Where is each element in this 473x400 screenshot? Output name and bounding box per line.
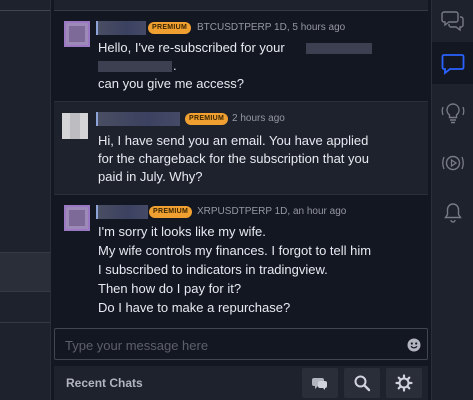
chat-message: PREMIUM XRPUSDTPERP 1D, an hour ago I'm …	[54, 193, 428, 323]
chats-button[interactable]	[432, 0, 473, 42]
chats-icon	[441, 11, 464, 32]
ideas-button[interactable]	[432, 92, 473, 134]
message-text-line: can you give me access?	[98, 76, 244, 91]
emoji-icon[interactable]	[407, 338, 421, 352]
search-button[interactable]	[344, 368, 380, 398]
chat-active-icon	[441, 54, 465, 75]
chat-button-active[interactable]	[432, 42, 473, 84]
message-text-line: for the chargeback for the subscription …	[98, 151, 369, 166]
chat-bottom-bar: Recent Chats	[54, 366, 428, 400]
avatar[interactable]	[62, 113, 88, 139]
settings-button[interactable]	[386, 368, 422, 398]
message-text-line: .	[173, 58, 177, 73]
redacted-text	[306, 43, 372, 54]
chat-panel: PREMIUM BTCUSDTPERP 1D, 5 hours ago Hell…	[51, 0, 431, 400]
message-text-line: I subscribed to indicators in tradingvie…	[98, 262, 328, 277]
avatar[interactable]	[64, 205, 90, 231]
previous-message-edge	[54, 0, 428, 11]
play-icon	[442, 155, 464, 171]
left-panel-divider	[0, 322, 50, 323]
message-meta: BTCUSDTPERP 1D, 5 hours ago	[197, 22, 346, 33]
chat-message: PREMIUM 2 hours ago Hi, I have send you …	[54, 101, 428, 195]
chat-message: PREMIUM BTCUSDTPERP 1D, 5 hours ago Hell…	[54, 11, 428, 101]
lightbulb-icon	[441, 103, 465, 124]
new-chat-button[interactable]	[302, 368, 338, 398]
premium-badge: PREMIUM	[149, 206, 193, 218]
username-redacted[interactable]	[96, 112, 180, 126]
bell-icon	[444, 203, 462, 223]
notifications-button[interactable]	[432, 192, 473, 234]
message-meta: XRPUSDTPERP 1D, an hour ago	[197, 206, 347, 217]
new-chat-icon	[312, 378, 327, 390]
message-text-line: Do I have to make a repurchase?	[98, 300, 291, 315]
search-icon	[354, 375, 371, 392]
right-toolbar	[431, 0, 473, 400]
left-panel-top	[0, 0, 50, 11]
left-panel-selected-row[interactable]	[0, 252, 50, 292]
left-panel	[0, 0, 51, 400]
redacted-text	[98, 61, 172, 72]
streams-button[interactable]	[432, 142, 473, 184]
message-input-box[interactable]	[54, 328, 428, 360]
gear-icon	[395, 374, 413, 392]
avatar[interactable]	[64, 21, 90, 47]
premium-badge: PREMIUM	[148, 22, 192, 34]
message-meta: 2 hours ago	[232, 113, 285, 124]
username-redacted[interactable]	[96, 205, 148, 219]
message-text-line: Hello, I've re-subscribed for your	[98, 40, 285, 55]
username-redacted[interactable]	[96, 21, 146, 35]
message-text-line: paid in July. Why?	[98, 169, 203, 184]
message-text-line: My wife controls my finances. I forgot t…	[98, 243, 372, 258]
message-text-line: I'm sorry it looks like my wife.	[98, 224, 266, 239]
premium-badge: PREMIUM	[185, 113, 229, 125]
message-text-line: Then how do I pay for it?	[98, 281, 242, 296]
message-text-line: Hi, I have send you an email. You have a…	[98, 133, 369, 148]
message-input[interactable]	[63, 335, 397, 355]
recent-chats-label[interactable]: Recent Chats	[66, 376, 143, 390]
